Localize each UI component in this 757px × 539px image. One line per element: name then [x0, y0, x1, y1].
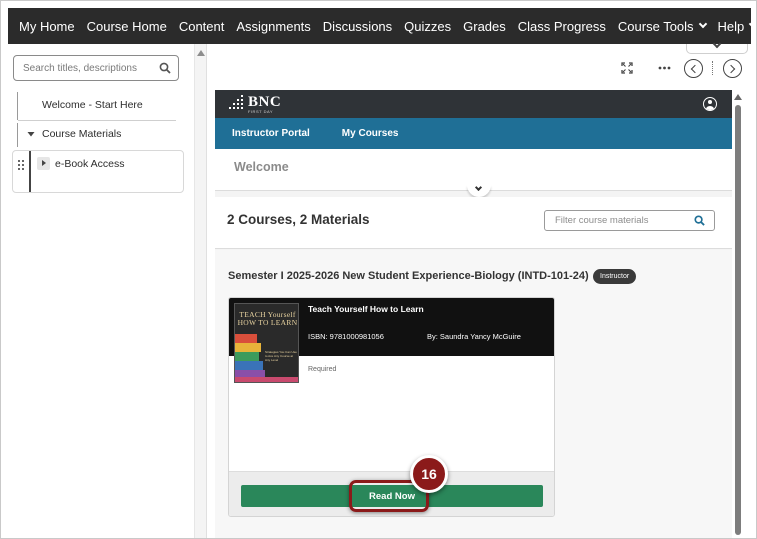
toc-item-course-materials-label: Course Materials [42, 128, 122, 140]
my-courses-link[interactable]: My Courses [342, 128, 399, 139]
tree-guide-line [17, 123, 18, 147]
course-section: Semester I 2025-2026 New Student Experie… [215, 250, 732, 538]
bnc-logo-text: BNC [248, 94, 282, 110]
user-account-icon[interactable] [703, 97, 717, 111]
book-cover-subtitle: Strategies You Can Use to Ace Any Course… [265, 350, 297, 362]
bnc-embed: BNC FIRST DAY Instructor Portal My Cours… [215, 90, 732, 538]
nav-quizzes[interactable]: Quizzes [404, 19, 451, 34]
expand-welcome-button[interactable] [467, 183, 491, 197]
nav-course-tools-label: Course Tools [617, 18, 694, 34]
drag-handle-icon[interactable] [18, 160, 24, 172]
materials-summary: 2 Courses, 2 Materials Filter course mat… [215, 197, 732, 249]
nav-help-label: Help [717, 18, 745, 34]
toc-search-input[interactable]: Search titles, descriptions [13, 55, 179, 81]
bnc-logo-mark-icon [229, 95, 245, 109]
chevron-down-icon [749, 19, 756, 29]
filter-placeholder: Filter course materials [555, 215, 649, 226]
material-author: By: Saundra Yancy McGuire [427, 332, 521, 341]
previous-topic-button[interactable] [684, 59, 703, 78]
book-cover-image: TEACH Yourself HOW TO LEARN Strategies Y… [234, 303, 299, 383]
search-icon[interactable] [694, 215, 705, 226]
scroll-up-icon[interactable] [734, 94, 742, 100]
toc-item-ebook-label: e-Book Access [55, 158, 125, 170]
screenshot-frame: My Home Course Home Content Assignments … [0, 0, 757, 539]
material-card: TEACH Yourself HOW TO LEARN Strategies Y… [228, 297, 555, 517]
bnc-logo: BNC [229, 94, 282, 110]
nav-class-progress[interactable]: Class Progress [518, 19, 606, 34]
toc-panel: Search titles, descriptions Welcome - St… [8, 44, 194, 538]
nav-discussions[interactable]: Discussions [323, 19, 392, 34]
instructor-portal-link[interactable]: Instructor Portal [232, 128, 310, 139]
welcome-title: Welcome [234, 160, 289, 174]
tree-divider [18, 120, 176, 121]
material-title: Teach Yourself How to Learn [308, 304, 424, 314]
toc-item-ebook-access[interactable]: e-Book Access [12, 150, 184, 193]
toc-item-welcome-label: Welcome - Start Here [42, 99, 143, 111]
scrollbar-thumb[interactable] [735, 105, 741, 535]
search-icon[interactable] [159, 62, 171, 74]
filter-materials-input[interactable]: Filter course materials [544, 210, 715, 231]
course-navbar: My Home Course Home Content Assignments … [8, 8, 756, 44]
nav-help[interactable]: Help [717, 18, 756, 34]
role-badge: Instructor [593, 269, 637, 284]
material-status: Required [308, 366, 337, 373]
book-cover-title: TEACH Yourself HOW TO LEARN [237, 310, 298, 327]
material-card-footer: Read Now [229, 471, 554, 516]
more-options-icon[interactable] [658, 66, 671, 70]
material-isbn: ISBN: 9781000981056 [308, 332, 384, 341]
toc-item-welcome[interactable]: Welcome - Start Here [42, 99, 143, 111]
course-count-heading: 2 Courses, 2 Materials [227, 212, 370, 227]
annotation-step-badge: 16 [410, 455, 448, 493]
nav-grades[interactable]: Grades [463, 19, 506, 34]
nav-content[interactable]: Content [179, 19, 225, 34]
bnc-logo-subtext: FIRST DAY [248, 109, 274, 114]
toc-scrollbar[interactable] [194, 44, 207, 538]
chevron-down-icon [698, 19, 707, 29]
toolbar-divider [712, 61, 713, 75]
bnc-header: BNC FIRST DAY [215, 90, 732, 118]
fullscreen-icon[interactable] [621, 62, 633, 74]
nav-my-home[interactable]: My Home [19, 19, 75, 34]
expand-icon[interactable] [37, 157, 50, 170]
tree-guide-line [17, 92, 18, 120]
toc-search-placeholder: Search titles, descriptions [23, 62, 137, 74]
next-topic-button[interactable] [723, 59, 742, 78]
nav-course-tools[interactable]: Course Tools [617, 18, 707, 34]
chevron-down-icon [474, 183, 483, 192]
nav-course-home[interactable]: Course Home [87, 19, 167, 34]
scroll-up-icon[interactable] [197, 50, 205, 56]
course-title: Semester I 2025-2026 New Student Experie… [228, 270, 589, 282]
tree-guide-line [29, 151, 31, 192]
bnc-portal-nav: Instructor Portal My Courses [215, 118, 732, 149]
toc-item-course-materials[interactable]: Course Materials [27, 128, 121, 140]
annotation-step-number: 16 [421, 466, 437, 482]
caret-down-icon[interactable] [27, 130, 35, 138]
nav-assignments[interactable]: Assignments [236, 19, 310, 34]
content-scrollbar[interactable] [732, 90, 744, 538]
topic-dropdown-tab[interactable] [686, 39, 748, 54]
